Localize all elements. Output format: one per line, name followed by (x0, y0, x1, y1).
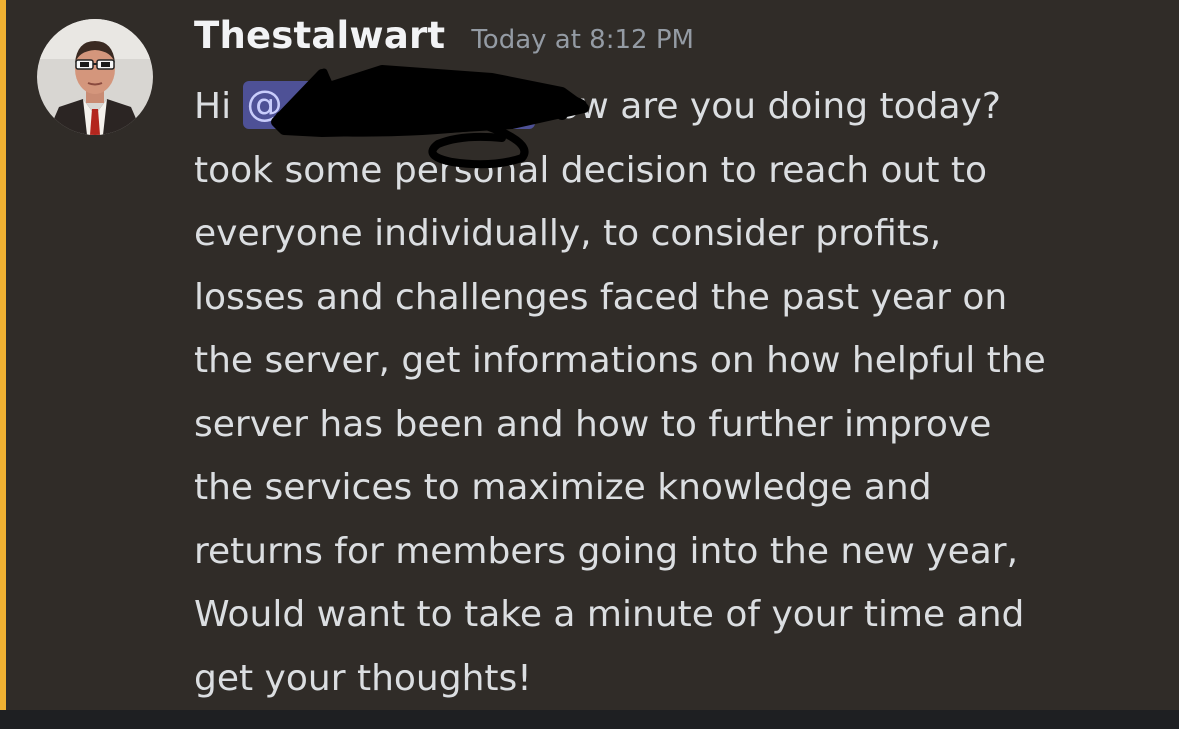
message-header: Thestalwart Today at 8:12 PM (194, 14, 694, 70)
message-line: Would want to take a minute of your time… (194, 594, 1025, 635)
message-line: returns for members going into the new y… (194, 530, 1019, 572)
discord-viewport: Thestalwart Today at 8:12 PM Hi @ how are… (0, 0, 1179, 729)
user-avatar[interactable] (37, 19, 153, 135)
message-row[interactable]: Thestalwart Today at 8:12 PM Hi @ how are… (0, 0, 1179, 710)
message-line: get your thoughts! (194, 657, 532, 699)
bottom-strip (0, 710, 1179, 729)
message-line: took some personal decision to reach out… (194, 149, 988, 191)
avatar-image-icon (37, 19, 153, 135)
author-username[interactable]: Thestalwart (194, 14, 445, 57)
message-content: Hi @ how are you doing today? took some p… (194, 75, 1169, 710)
greeting-text: Hi (194, 86, 232, 127)
message-timestamp[interactable]: Today at 8:12 PM (471, 25, 694, 55)
message-line: the services to maximize knowledge and (194, 467, 932, 508)
mention-at-sign: @ (246, 84, 283, 125)
message-line-tail: how are you doing today? (534, 86, 1001, 127)
user-mention[interactable]: @ (242, 81, 535, 129)
message-line: Hi @ how are you doing today? (194, 75, 1169, 139)
message-line: the server, get informations on how help… (194, 340, 1046, 381)
message-line: losses and challenges faced the past yea… (194, 276, 1008, 318)
mention-highlight-bar (0, 0, 6, 710)
message-line: server has been and how to further impro… (194, 403, 992, 445)
message-line: everyone individually, to consider profi… (194, 213, 942, 254)
